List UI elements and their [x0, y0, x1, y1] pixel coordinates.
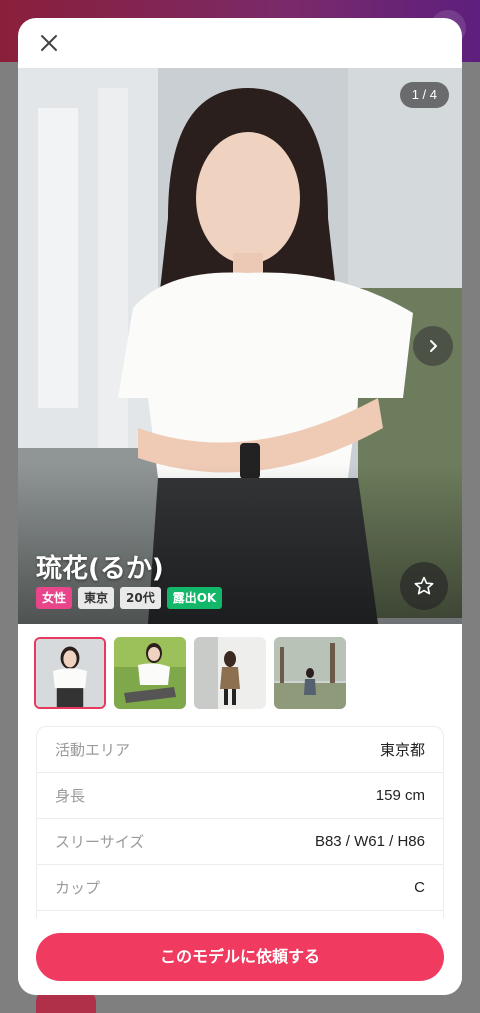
hero-photo[interactable]: 1 / 4 琉花(るか) 女性 東京 20代 露出OK: [18, 68, 462, 624]
spec-label: カップ: [55, 879, 101, 897]
request-model-button[interactable]: このモデルに依頼する: [36, 933, 444, 981]
spec-row-height: 身長 159 cm: [37, 773, 443, 819]
spec-value: B83 / W61 / H86: [314, 833, 425, 850]
close-icon[interactable]: [36, 30, 62, 56]
model-name: 琉花(るか): [36, 554, 164, 584]
thumbnail-3[interactable]: [194, 637, 266, 709]
next-photo-button[interactable]: [413, 326, 453, 366]
tag-gender: 女性: [36, 587, 73, 609]
modal-header: [18, 18, 462, 68]
model-tags: 女性 東京 20代 露出OK: [36, 587, 223, 609]
model-detail-modal: 1 / 4 琉花(るか) 女性 東京 20代 露出OK 活動エリア 東京都 身長…: [18, 18, 462, 995]
favorite-button[interactable]: [400, 562, 448, 610]
thumbnail-4[interactable]: [274, 637, 346, 709]
spec-label: 活動エリア: [55, 741, 131, 759]
star-icon: [414, 576, 434, 595]
spec-label: スリーサイズ: [55, 833, 145, 851]
thumbnail-2[interactable]: [114, 637, 186, 709]
spec-table: 活動エリア 東京都 身長 159 cm スリーサイズ B83 / W61 / H…: [36, 726, 444, 926]
spec-label: 身長: [55, 787, 86, 805]
spec-row-cup: カップ C: [37, 865, 443, 911]
tag-area: 東京: [78, 587, 115, 609]
spec-value: C: [414, 879, 425, 896]
chevron-right-icon: [430, 340, 437, 352]
modal-footer: このモデルに依頼する: [18, 918, 462, 995]
spec-row-measurements: スリーサイズ B83 / W61 / H86: [37, 819, 443, 865]
photo-counter: 1 / 4: [399, 82, 449, 108]
tag-age: 20代: [120, 587, 161, 609]
spec-value: 東京都: [379, 742, 425, 759]
tag-exposure: 露出OK: [166, 587, 223, 609]
thumbnail-1[interactable]: [34, 637, 106, 709]
thumbnail-strip: [34, 637, 346, 709]
spec-value: 159 cm: [375, 787, 425, 804]
spec-row-area: 活動エリア 東京都: [37, 727, 443, 773]
